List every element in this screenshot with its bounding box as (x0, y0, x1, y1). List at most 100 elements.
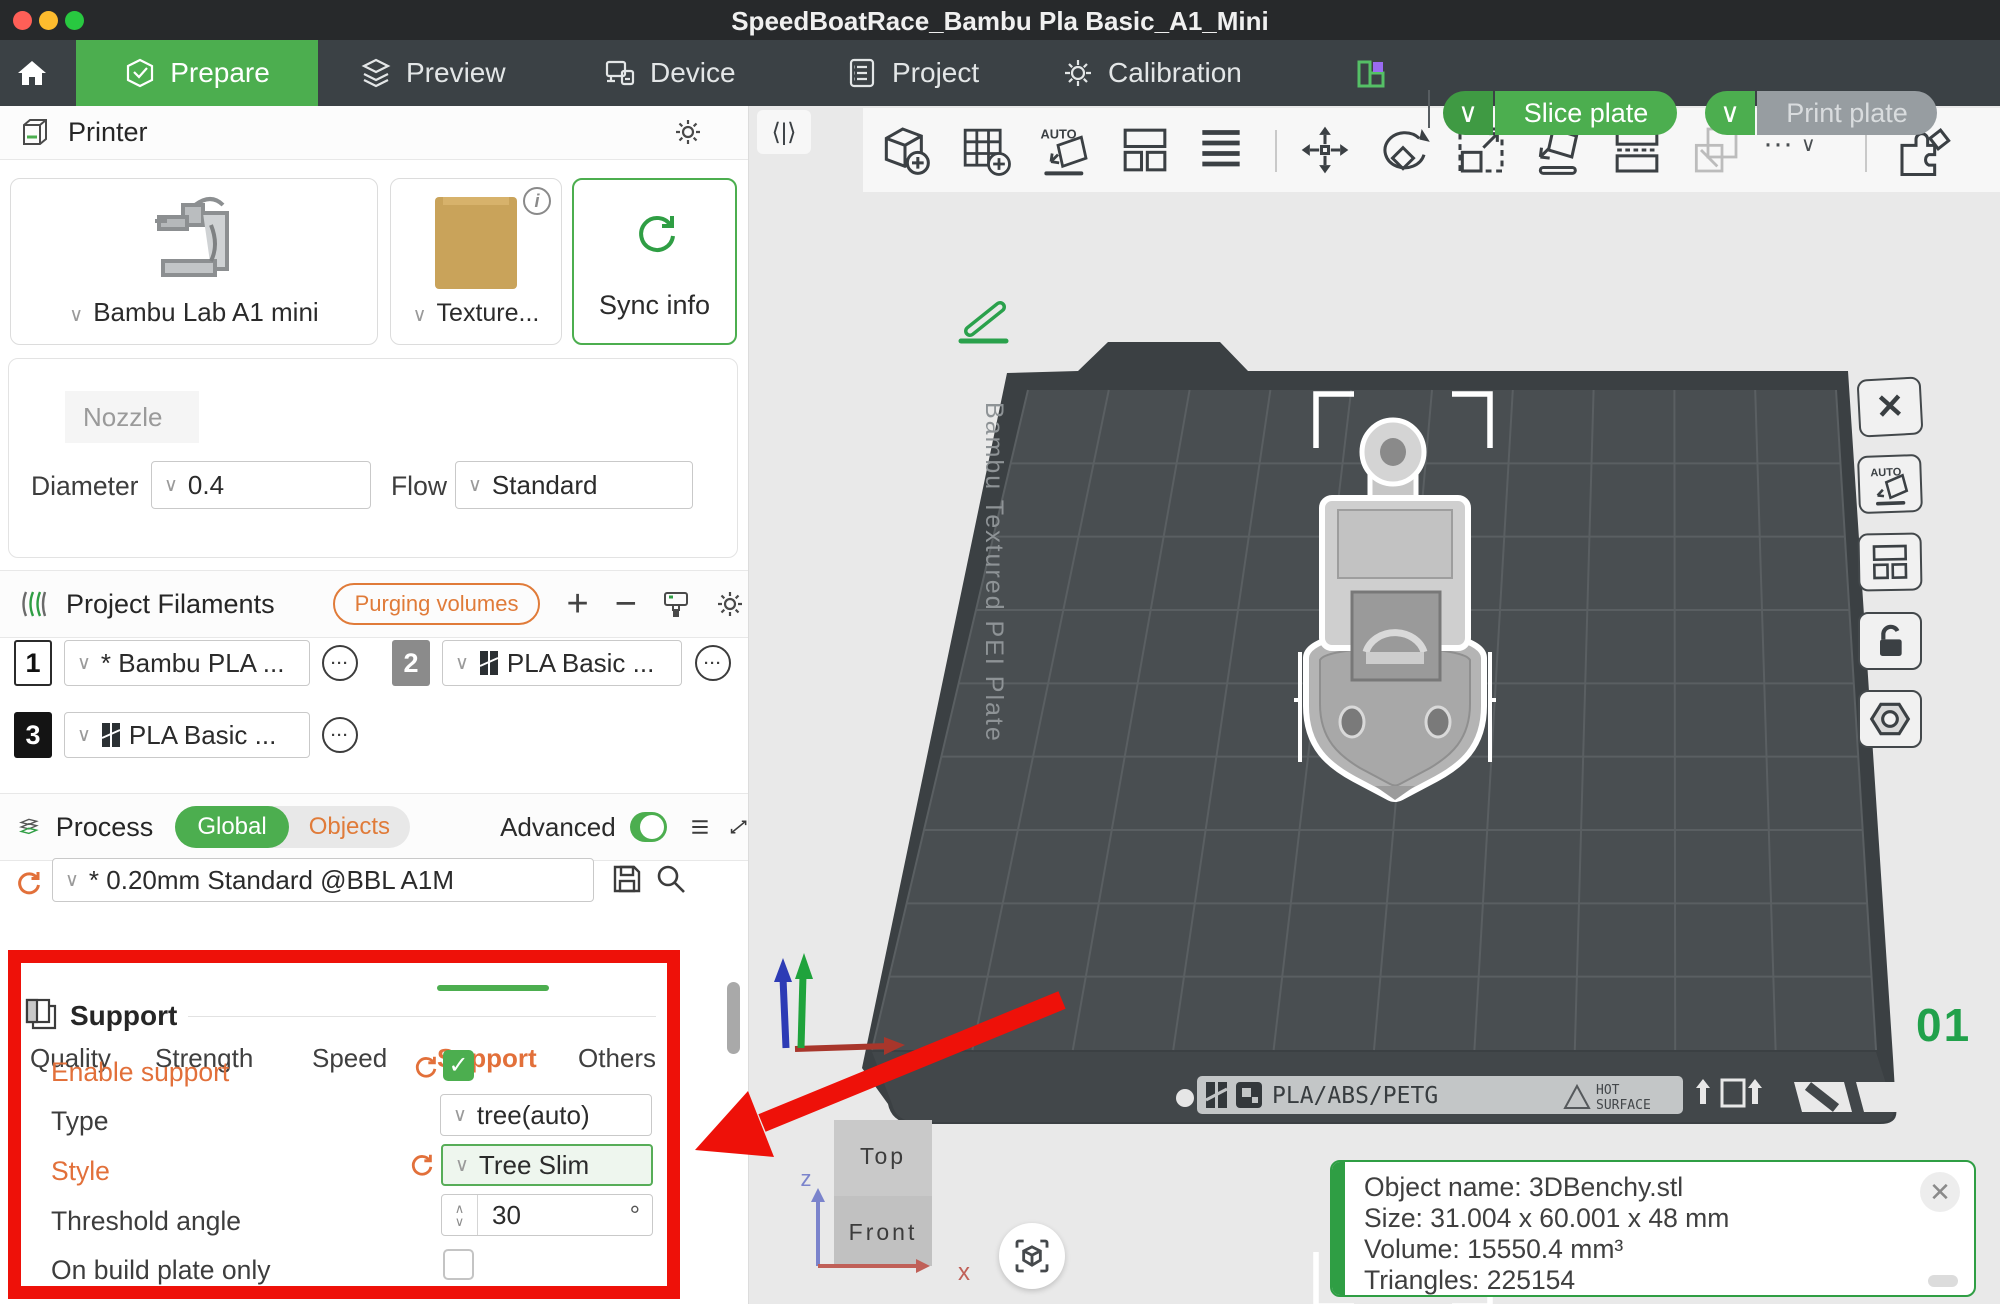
compare-presets-icon[interactable] (729, 812, 748, 842)
arrange-icon (1869, 541, 1912, 584)
purging-volumes-label: Purging volumes (355, 591, 519, 617)
find-model-button[interactable] (999, 1223, 1065, 1289)
rotate-icon[interactable] (1375, 122, 1431, 178)
printer-icon (20, 117, 50, 147)
delete-all-button[interactable]: ✕ (1857, 376, 1924, 437)
filament-1-badge: 1 (14, 640, 52, 686)
tab-device[interactable]: Device (604, 40, 736, 106)
parameter-list-icon[interactable] (691, 814, 709, 840)
info-collapse-button[interactable] (1928, 1275, 1958, 1287)
home-button[interactable] (0, 40, 64, 106)
printer-model-card[interactable]: ∨Bambu Lab A1 mini (10, 178, 378, 345)
tab-calibration[interactable]: Calibration (1062, 40, 1242, 106)
preview-icon (360, 57, 392, 89)
auto-orient-icon[interactable]: AUTO (1037, 122, 1093, 178)
filament-1-dropdown[interactable]: ∨* Bambu PLA ... (64, 640, 310, 686)
auto-orient-plate-button[interactable]: AUTO (1857, 454, 1923, 514)
sync-info-label: Sync info (574, 290, 735, 321)
annotation-rectangle (8, 950, 680, 1299)
reset-profile-icon[interactable] (14, 868, 44, 898)
prepare-icon (124, 57, 156, 89)
printer-section-header: Printer (0, 105, 748, 160)
model-scan-icon (1012, 1236, 1052, 1276)
main-nav: Prepare Preview Device Project Calibrati… (0, 40, 2000, 106)
close-icon: ✕ (1929, 1177, 1951, 1208)
flow-label: Flow (391, 471, 447, 502)
process-profile-dropdown[interactable]: ∨* 0.20mm Standard @BBL A1M (52, 858, 594, 902)
printer-model-value[interactable]: ∨Bambu Lab A1 mini (11, 297, 377, 328)
chevron-down-icon: ∨ (1801, 132, 1816, 157)
process-section-title: Process (56, 812, 154, 843)
scope-objects-button[interactable]: Objects (289, 813, 410, 841)
add-filament-button[interactable]: + (566, 583, 588, 626)
info-panel-accent (1332, 1162, 1345, 1295)
plate-type-value[interactable]: ∨Texture... (391, 299, 561, 328)
tab-calibration-label: Calibration (1108, 57, 1242, 89)
tab-prepare[interactable]: Prepare (76, 40, 318, 106)
printer-settings-gear-icon[interactable] (673, 117, 703, 147)
filaments-section-title: Project Filaments (66, 589, 275, 620)
print-plate-label: Print plate (1786, 98, 1908, 129)
lock-plate-button[interactable] (1858, 612, 1922, 670)
remove-filament-button[interactable]: − (615, 583, 637, 626)
sync-info-button[interactable]: Sync info (572, 178, 737, 345)
filament-settings-gear-icon[interactable] (715, 589, 745, 619)
filament-3-dropdown[interactable]: ∨PLA Basic ... (64, 712, 310, 758)
filament-2-dropdown[interactable]: ∨PLA Basic ... (442, 640, 682, 686)
plate-type-card[interactable]: i ∨Texture... (390, 178, 562, 345)
toolbar-divider (1865, 130, 1867, 172)
scope-global-label: Global (197, 813, 266, 841)
filament-3-menu-button[interactable]: ··· (322, 717, 358, 753)
diameter-dropdown[interactable]: ∨0.4 (151, 461, 371, 509)
process-icon (18, 810, 40, 844)
search-setting-icon[interactable] (654, 862, 688, 896)
unlock-icon (1870, 621, 1910, 661)
viewport-3d[interactable] (749, 105, 2000, 1304)
print-plate-dropdown[interactable]: ∨ (1705, 91, 1755, 135)
filament-2-menu-button[interactable]: ··· (695, 645, 731, 681)
slice-plate-button[interactable]: Slice plate (1495, 91, 1677, 135)
svg-text:AUTO: AUTO (1041, 126, 1077, 141)
toggle-knob (640, 815, 664, 839)
print-plate-button[interactable]: Print plate (1757, 91, 1937, 135)
plate-info-icon[interactable]: i (523, 187, 551, 215)
plate-layout-icon[interactable] (1356, 59, 1386, 89)
plate-number-label: 01 (1916, 998, 1971, 1052)
tab-project[interactable]: Project (846, 40, 979, 106)
sidebar-scrollbar[interactable] (727, 982, 740, 1054)
filament-brand-icon (479, 650, 499, 676)
info-close-button[interactable]: ✕ (1920, 1172, 1960, 1212)
sync-refresh-icon (632, 208, 682, 258)
move-icon[interactable] (1297, 122, 1353, 178)
arrange-icon[interactable] (1117, 122, 1173, 178)
add-model-icon[interactable] (877, 122, 933, 178)
title-bar: SpeedBoatRace_Bambu Pla Basic_A1_Mini (0, 0, 2000, 40)
add-plate-icon[interactable] (957, 122, 1013, 178)
filament-painter-icon[interactable] (661, 588, 693, 620)
plate-settings-nut-icon (1868, 697, 1912, 741)
printer-model-label: Bambu Lab A1 mini (93, 297, 318, 327)
objects-list-icon[interactable] (1193, 122, 1249, 178)
filament-1-name: * Bambu PLA ... (101, 648, 285, 679)
slice-plate-dropdown[interactable]: ∨ (1443, 91, 1493, 135)
sidebar-collapse-handle[interactable]: ⟨|⟩ (757, 110, 811, 154)
flow-dropdown[interactable]: ∨Standard (455, 461, 693, 509)
scope-global-button[interactable]: Global (175, 806, 288, 848)
object-info-panel: Object name: 3DBenchy.stl Size: 31.004 x… (1330, 1160, 1976, 1297)
save-preset-icon[interactable] (610, 862, 644, 896)
filament-1-menu-button[interactable]: ··· (322, 645, 358, 681)
purging-volumes-button[interactable]: Purging volumes (333, 583, 541, 625)
arrange-plate-button[interactable] (1857, 532, 1922, 591)
filament-3-badge: 3 (14, 712, 52, 758)
nozzle-panel: Nozzle Diameter ∨0.4 Flow ∨Standard (8, 358, 738, 558)
plate-settings-button[interactable] (1858, 690, 1922, 748)
object-volume-text: Volume: 15550.4 mm³ (1364, 1234, 1623, 1265)
process-scope-toggle: Global Objects (175, 806, 410, 848)
device-icon (604, 57, 636, 89)
plate-image (435, 197, 517, 289)
plate-type-label: Texture... (437, 299, 540, 327)
filaments-section-header: Project Filaments Purging volumes + − (0, 570, 748, 638)
tab-prepare-label: Prepare (170, 57, 270, 89)
tab-preview[interactable]: Preview (360, 40, 506, 106)
advanced-toggle[interactable] (630, 812, 667, 842)
